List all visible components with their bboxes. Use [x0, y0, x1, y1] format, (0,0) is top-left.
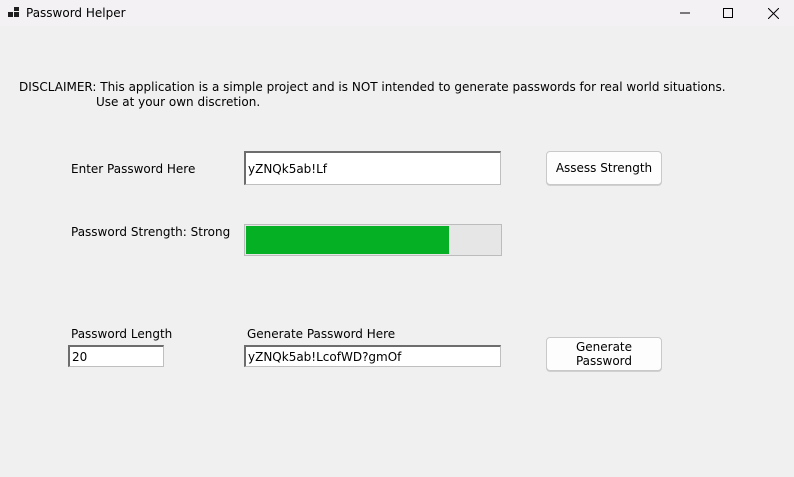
password-input[interactable] [244, 151, 501, 185]
close-button[interactable] [750, 0, 794, 26]
strength-progress-fill [246, 226, 450, 254]
minimize-button[interactable] [662, 0, 708, 26]
close-icon [767, 7, 779, 19]
title-bar: Password Helper [0, 0, 794, 26]
maximize-icon [723, 8, 733, 18]
strength-progress-bar [244, 224, 502, 256]
enter-password-label: Enter Password Here [71, 162, 196, 176]
disclaimer-line-1: DISCLAIMER: This application is a simple… [19, 80, 726, 94]
window-title: Password Helper [26, 6, 126, 20]
disclaimer-line-2: Use at your own discretion. [96, 95, 261, 109]
app-icon [8, 7, 20, 19]
maximize-button[interactable] [705, 0, 751, 26]
password-length-label: Password Length [71, 327, 173, 341]
password-strength-label: Password Strength: Strong [71, 225, 231, 239]
password-length-input[interactable] [68, 345, 164, 367]
generate-password-button[interactable]: Generate Password [546, 337, 662, 371]
assess-strength-button[interactable]: Assess Strength [546, 151, 662, 185]
generate-password-label: Generate Password Here [247, 327, 396, 341]
generated-password-field[interactable] [244, 345, 501, 367]
minimize-icon [680, 12, 690, 14]
